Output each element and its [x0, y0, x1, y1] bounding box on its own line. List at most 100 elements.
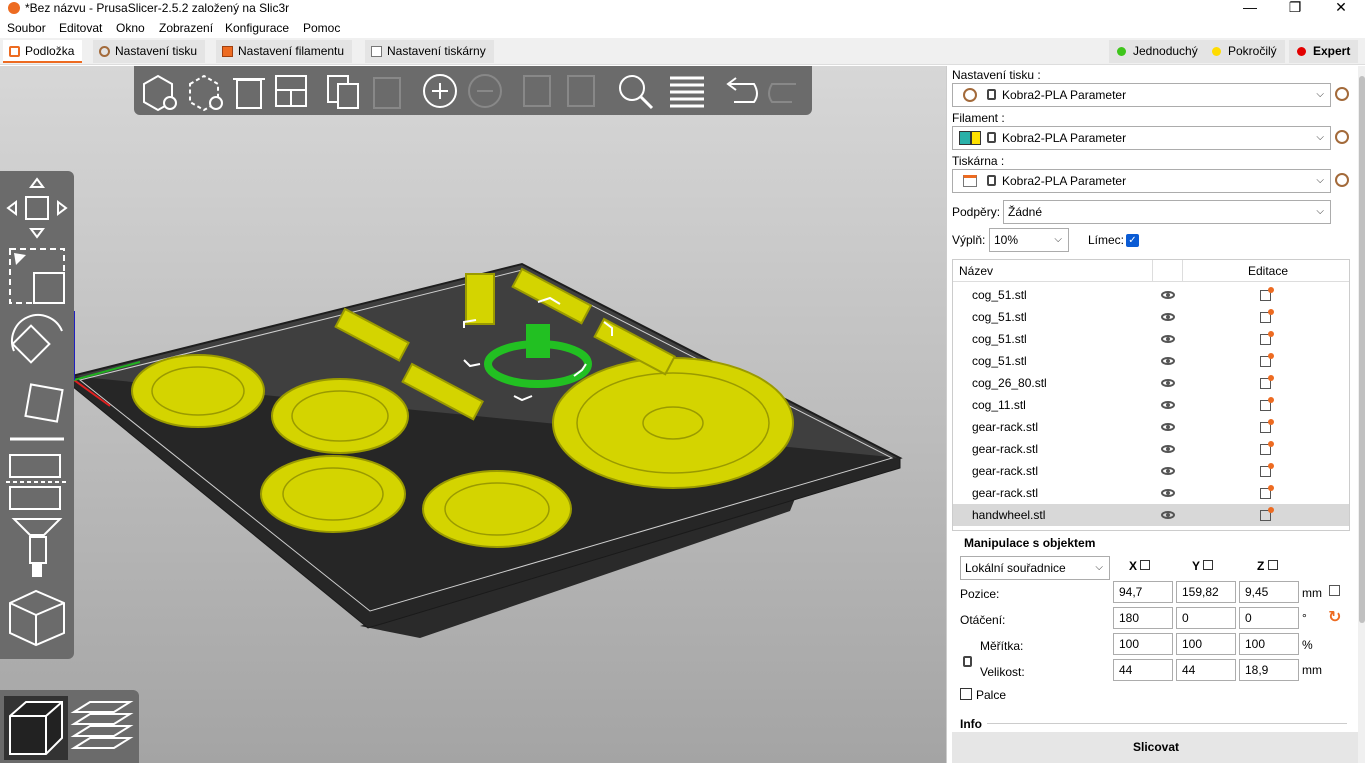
list-item[interactable]: gear-rack.stl [953, 438, 1349, 460]
menu-editovat[interactable]: Editovat [59, 21, 102, 35]
slice-button[interactable]: Slicovat [952, 732, 1360, 763]
list-item[interactable]: gear-rack.stl [953, 482, 1349, 504]
edit-settings-icon[interactable] [1260, 441, 1274, 455]
list-item[interactable]: cog_51.stl [953, 350, 1349, 372]
size-y-input[interactable]: 44 [1176, 659, 1236, 681]
edit-settings-icon[interactable] [1260, 419, 1274, 433]
paint-support-icon[interactable] [4, 515, 70, 581]
uniform-scale-lock-icon[interactable] [963, 656, 972, 668]
coordinates-combo[interactable]: Lokální souřadnice ⌵ [960, 556, 1110, 580]
arrange-icon[interactable] [270, 70, 312, 112]
layer-editing-icon[interactable] [666, 70, 708, 112]
rotation-x-input[interactable]: 180 [1113, 607, 1173, 629]
maximize-button[interactable]: ❐ [1272, 0, 1318, 18]
edit-settings-icon[interactable] [1260, 353, 1274, 367]
edit-settings-icon[interactable] [1260, 331, 1274, 345]
search-icon[interactable] [614, 70, 656, 112]
eye-icon[interactable] [1161, 357, 1175, 365]
move-tool-icon[interactable] [4, 175, 70, 241]
size-z-input[interactable]: 18,9 [1239, 659, 1299, 681]
column-name[interactable]: Název [959, 264, 993, 278]
list-item[interactable]: cog_51.stl [953, 328, 1349, 350]
menu-zobrazeni[interactable]: Zobrazení [159, 21, 213, 35]
eye-icon[interactable] [1161, 467, 1175, 475]
printer-combo[interactable]: Kobra2-PLA Parameter ⌵ [952, 169, 1331, 193]
inches-checkbox[interactable] [960, 688, 972, 700]
split-parts-icon[interactable] [562, 70, 604, 112]
position-x-input[interactable]: 94,7 [1113, 581, 1173, 603]
scale-x-input[interactable]: 100 [1113, 633, 1173, 655]
edit-settings-icon[interactable] [1260, 287, 1274, 301]
eye-icon[interactable] [1161, 511, 1175, 519]
list-item[interactable]: cog_11.stl [953, 394, 1349, 416]
infill-combo[interactable]: 10% ⌵ [989, 228, 1069, 252]
tab-nastaveni-tisku[interactable]: Nastavení tisku [93, 40, 206, 63]
supports-combo[interactable]: Žádné ⌵ [1003, 200, 1331, 224]
minimize-button[interactable]: — [1227, 0, 1273, 18]
printer-gear-icon[interactable] [1335, 173, 1349, 187]
cut-tool-icon[interactable] [4, 447, 70, 513]
reset-rotation-icon[interactable]: ↻ [1328, 607, 1341, 627]
scale-z-input[interactable]: 100 [1239, 633, 1299, 655]
list-item[interactable]: gear-rack.stl [953, 416, 1349, 438]
column-edit[interactable]: Editace [1248, 264, 1288, 278]
edit-settings-icon[interactable] [1260, 463, 1274, 477]
rotation-z-input[interactable]: 0 [1239, 607, 1299, 629]
add-object-icon[interactable] [138, 70, 180, 112]
eye-icon[interactable] [1161, 401, 1175, 409]
3d-view-icon[interactable] [4, 696, 68, 760]
scale-tool-icon[interactable] [4, 243, 70, 309]
eye-icon[interactable] [1161, 379, 1175, 387]
position-y-input[interactable]: 159,82 [1176, 581, 1236, 603]
undo-icon[interactable] [720, 70, 762, 112]
menu-konfigurace[interactable]: Konfigurace [225, 21, 289, 35]
eye-icon[interactable] [1161, 291, 1175, 299]
eye-icon[interactable] [1161, 489, 1175, 497]
rotate-tool-icon[interactable] [4, 311, 70, 377]
scale-y-input[interactable]: 100 [1176, 633, 1236, 655]
preview-layers-icon[interactable] [70, 696, 134, 760]
3d-scene-viewport[interactable] [0, 66, 946, 763]
eye-icon[interactable] [1161, 335, 1175, 343]
tab-nastaveni-filamentu[interactable]: Nastavení filamentu [216, 40, 353, 63]
rotation-y-input[interactable]: 0 [1176, 607, 1236, 629]
edit-settings-icon[interactable] [1260, 397, 1274, 411]
sidebar-scrollbar[interactable] [1358, 66, 1365, 763]
tab-podlozka[interactable]: Podložka [3, 40, 83, 63]
paste-icon[interactable] [366, 70, 408, 112]
edit-settings-icon[interactable] [1260, 507, 1274, 521]
drop-to-bed-icon[interactable] [1140, 560, 1151, 570]
edit-settings-icon[interactable] [1260, 309, 1274, 323]
menu-pomoc[interactable]: Pomoc [303, 21, 340, 35]
menu-okno[interactable]: Okno [116, 21, 145, 35]
place-on-face-icon[interactable] [4, 379, 70, 445]
list-item[interactable]: cog_51.stl [953, 284, 1349, 306]
remove-instance-icon[interactable] [464, 70, 506, 112]
mode-simple-button[interactable]: Jednoduchý [1109, 40, 1206, 63]
print-settings-gear-icon[interactable] [1335, 87, 1349, 101]
scrollbar-thumb[interactable] [1359, 76, 1365, 623]
add-instance-icon[interactable] [419, 70, 461, 112]
seam-painting-icon[interactable] [4, 585, 70, 651]
tab-nastaveni-tiskarny[interactable]: Nastavení tiskárny [365, 40, 494, 63]
split-objects-icon[interactable] [518, 70, 560, 112]
delete-object-icon[interactable] [184, 70, 226, 112]
drop-to-bed-icon[interactable] [1203, 560, 1214, 570]
position-z-input[interactable]: 9,45 [1239, 581, 1299, 603]
filament-gear-icon[interactable] [1335, 130, 1349, 144]
list-item[interactable]: cog_51.stl [953, 306, 1349, 328]
list-item[interactable]: gear-rack.stl [953, 460, 1349, 482]
eye-icon[interactable] [1161, 445, 1175, 453]
menu-soubor[interactable]: Soubor [7, 21, 46, 35]
brim-checkbox[interactable]: ✓ [1126, 234, 1139, 247]
list-item[interactable]: cog_26_80.stl [953, 372, 1349, 394]
mode-advanced-button[interactable]: Pokročilý [1204, 40, 1285, 63]
list-item[interactable]: handwheel.stl [953, 504, 1349, 526]
delete-all-icon[interactable] [228, 70, 270, 112]
copy-icon[interactable] [322, 70, 364, 112]
mode-expert-button[interactable]: Expert [1289, 40, 1359, 63]
eye-icon[interactable] [1161, 313, 1175, 321]
edit-settings-icon[interactable] [1260, 485, 1274, 499]
drop-to-bed-icon[interactable] [1267, 560, 1278, 570]
edit-settings-icon[interactable] [1260, 375, 1274, 389]
